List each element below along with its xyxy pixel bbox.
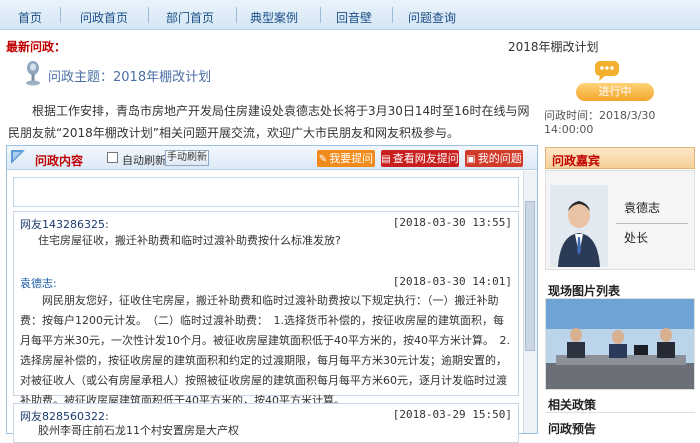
qa-panel: 问政内容 自动刷新 手动刷新 ✎ 我要提问 ▤ 查看网友提问 ▣ 我的问题 网友143… — [6, 145, 538, 443]
guest-card: 袁德志 处长 — [545, 170, 695, 270]
empty-message-slot — [13, 177, 519, 207]
qa-panel-header: 问政内容 自动刷新 手动刷新 ✎ 我要提问 ▤ 查看网友提问 ▣ 我的问题 — [7, 146, 537, 170]
policy-section-title[interactable]: 相关政策 — [548, 396, 596, 413]
ask-question-button[interactable]: ✎ 我要提问 — [317, 150, 375, 167]
nav-separator — [148, 7, 149, 23]
answer-name: 袁德志: — [20, 277, 57, 290]
answer-time: [2018-03-30 14:01] — [392, 275, 512, 288]
answer-block: 袁德志: [2018-03-30 14:01] 网民朋友您好，征收住宅房屋，搬迁… — [13, 271, 519, 407]
ask-question-label: 我要提问 — [329, 152, 374, 165]
qa-scroll-area[interactable]: 网友143286325: [2018-03-30 13:55] 住宅房屋征收，搬… — [7, 171, 537, 443]
view-questions-button[interactable]: ▤ 查看网友提问 — [381, 150, 459, 167]
top-nav: 首页 问政首页 部门首页 典型案例 回音壁 问题查询 — [0, 0, 700, 30]
answer-text: 网民朋友您好，征收住宅房屋，搬迁补助费和临时过渡补助费按以下规定执行：（一）搬迁… — [20, 294, 510, 407]
theme-label: 问政主题：2018年棚改计划 — [48, 70, 212, 85]
nav-wenzheng-home[interactable]: 问政首页 — [80, 9, 128, 26]
guest-role: 处长 — [624, 231, 649, 245]
sidebar-divider — [545, 412, 695, 413]
list-icon: ▤ — [381, 154, 391, 165]
document-icon: ▣ — [466, 154, 476, 165]
nav-echo-wall[interactable]: 回音壁 — [336, 9, 372, 26]
guest-section-title: 问政嘉宾 — [552, 154, 601, 168]
view-questions-label: 查看网友提问 — [392, 152, 459, 165]
microphone-icon — [26, 61, 40, 86]
nav-separator — [320, 7, 321, 23]
nav-query[interactable]: 问题查询 — [408, 9, 456, 26]
question-time: [2018-03-30 13:55] — [392, 216, 512, 229]
scene-photo-image — [546, 299, 694, 389]
nav-separator — [60, 7, 61, 23]
latest-topic-title[interactable]: 2018年棚改计划 — [508, 38, 599, 55]
guest-name: 袁德志 — [624, 201, 661, 215]
my-questions-button[interactable]: ▣ 我的问题 — [465, 150, 523, 167]
guest-section-header: 问政嘉宾 — [545, 147, 695, 169]
nav-home[interactable]: 首页 — [18, 9, 42, 26]
scene-photo[interactable] — [545, 298, 695, 390]
nav-typical-cases[interactable]: 典型案例 — [250, 9, 298, 26]
nav-separator — [236, 7, 237, 23]
qa-panel-title: 问政内容 — [35, 154, 84, 168]
my-questions-label: 我的问题 — [477, 152, 522, 165]
nav-department-home[interactable]: 部门首页 — [166, 9, 214, 26]
preview-section-title[interactable]: 问政预告 — [548, 420, 596, 437]
pencil-icon: ✎ — [318, 154, 328, 165]
scrollbar-thumb[interactable] — [525, 201, 535, 351]
latest-label: 最新问政： — [6, 40, 67, 54]
chat-bubble-icon — [595, 61, 619, 81]
question-time: [2018-03-29 15:50] — [392, 408, 512, 421]
question-block: 网友828560322: [2018-03-29 15:50] 胶州李哥庄前石龙… — [13, 403, 519, 443]
question-text: 胶州李哥庄前石龙11个村安置房是大产权 — [38, 424, 239, 437]
manual-refresh-button[interactable]: 手动刷新 — [165, 150, 209, 166]
nav-separator — [392, 7, 393, 23]
photos-section-title[interactable]: 现场图片列表 — [548, 282, 620, 299]
status-in-progress-button[interactable]: 进行中 — [576, 83, 654, 101]
guest-portrait-icon — [550, 185, 608, 267]
panel-tab-icon — [11, 150, 25, 164]
auto-refresh-checkbox[interactable] — [107, 152, 118, 163]
question-text: 住宅房屋征收，搬迁补助费和临时过渡补助费按什么标准发放? — [38, 234, 341, 247]
session-time: 问政时间：2018/3/30 14:00:00 — [544, 107, 700, 136]
session-time-label: 问政时间： — [544, 109, 599, 122]
auto-refresh-label: 自动刷新 — [122, 154, 166, 167]
intro-paragraph: 根据工作安排，青岛市房地产开发局住房建设处袁德志处长将于3月30日14时至16时… — [8, 104, 530, 140]
guest-avatar — [550, 185, 608, 267]
guest-divider — [616, 223, 688, 224]
question-user: 网友143286325: — [20, 218, 109, 231]
